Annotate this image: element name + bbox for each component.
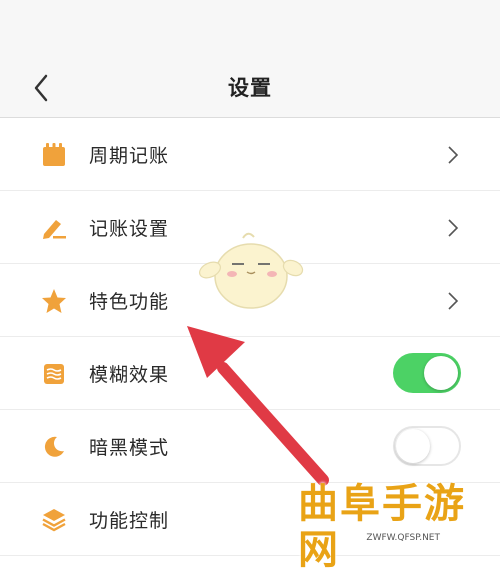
- moon-icon: [44, 436, 64, 457]
- toggle-knob: [424, 356, 458, 390]
- calendar-icon: [43, 143, 65, 166]
- settings-item-label: 周期记账: [89, 145, 170, 167]
- dark-mode-toggle[interactable]: [393, 426, 461, 466]
- pencil-icon: [43, 220, 66, 239]
- red-pointer-arrow: [187, 326, 329, 486]
- header-bar: 设置: [0, 0, 500, 118]
- chevron-right-icon: [448, 219, 459, 237]
- settings-item-label: 暗黑模式: [89, 437, 170, 459]
- toggle-knob: [396, 429, 430, 463]
- chevron-right-icon: [448, 292, 459, 310]
- blur-layers-icon: [44, 364, 64, 384]
- watermark: 曲阜手游网 ZWFW.QFSP.NET: [290, 481, 500, 573]
- settings-item-label: 模糊效果: [89, 364, 170, 386]
- blur-effect-toggle[interactable]: [393, 353, 461, 393]
- star-icon: [42, 289, 66, 313]
- page-title: 设置: [228, 76, 272, 100]
- chevron-right-icon: [448, 146, 459, 164]
- mascot-sticker: [199, 232, 304, 309]
- settings-item-periodic-bookkeeping[interactable]: 周期记账: [0, 118, 500, 191]
- settings-item-label: 功能控制: [89, 510, 170, 532]
- stack-icon: [42, 509, 66, 532]
- settings-item-label: 记账设置: [89, 218, 170, 240]
- watermark-logo: 曲阜手游网: [298, 481, 466, 573]
- settings-item-label: 特色功能: [89, 291, 170, 313]
- watermark-url: ZWFW.QFSP.NET: [366, 533, 440, 543]
